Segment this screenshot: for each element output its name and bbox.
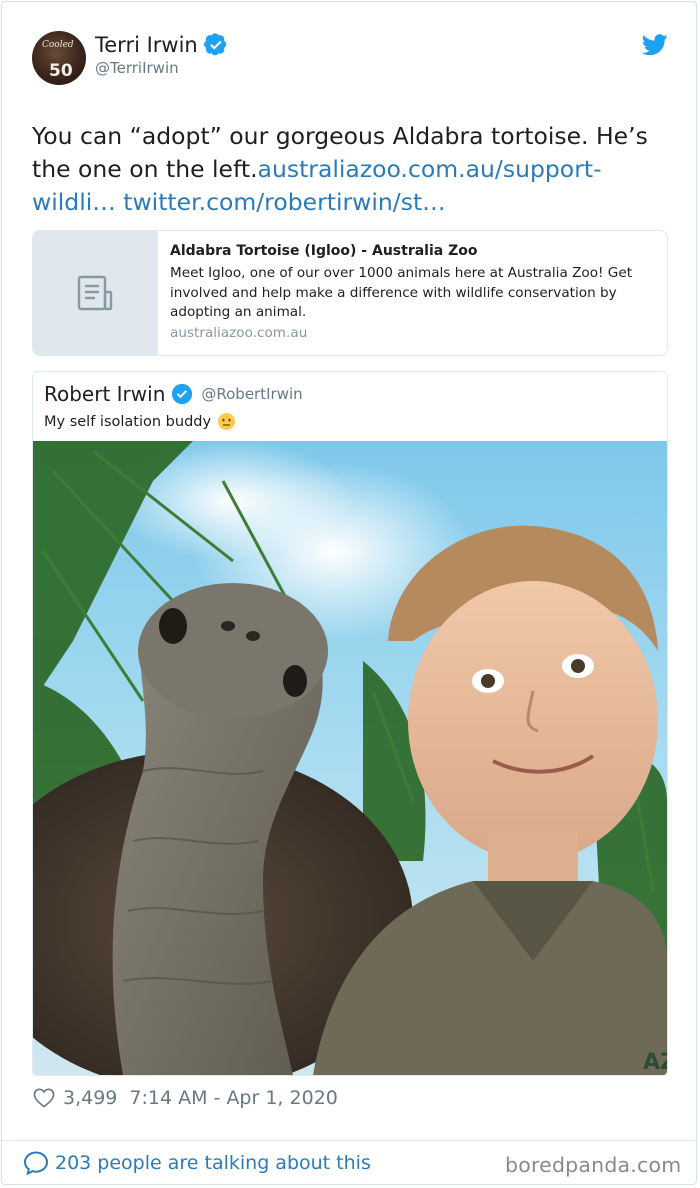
- quoted-tweet[interactable]: Robert Irwin @RobertIrwin My self isolat…: [32, 371, 668, 1076]
- link-thumbnail: [33, 231, 158, 355]
- speech-bubble-icon: [23, 1151, 49, 1176]
- tweet-timestamp[interactable]: 7:14 AM - Apr 1, 2020: [129, 1087, 337, 1109]
- avatar-script-text: Cooled: [42, 40, 74, 50]
- avatar-number: 50: [49, 61, 73, 81]
- link-card-domain: australiazoo.com.au: [170, 324, 308, 341]
- verified-badge-icon: [203, 33, 226, 56]
- quoted-text-body: My self isolation buddy: [44, 413, 212, 430]
- verified-badge-icon: [172, 383, 193, 405]
- selfie-photo-tortoise[interactable]: AZ: [33, 441, 667, 1075]
- quoted-author-handle[interactable]: @RobertIrwin: [201, 385, 302, 403]
- document-icon: [77, 275, 113, 311]
- neutral-face-emoji: [218, 412, 236, 431]
- shirt-logo-text: AZ: [643, 1050, 667, 1075]
- talking-count-text[interactable]: 203 people are talking about this: [55, 1152, 371, 1174]
- author-avatar[interactable]: Cooled 50: [32, 31, 86, 85]
- author-display-name[interactable]: Terri Irwin: [95, 31, 198, 59]
- quoted-author-name[interactable]: Robert Irwin: [44, 382, 165, 406]
- quoted-tweet-text: My self isolation buddy: [44, 412, 236, 431]
- author-handle[interactable]: @TerriIrwin: [95, 59, 179, 77]
- tweet-link-twitter[interactable]: twitter.com/robertirwin/st…: [123, 188, 445, 216]
- footer-divider: [1, 1140, 697, 1141]
- link-card-description: Meet Igloo, one of our over 1000 animals…: [170, 265, 633, 320]
- talking-link[interactable]: 203 people are talking about this: [23, 1150, 371, 1176]
- link-preview-card[interactable]: Aldabra Tortoise (Igloo) - Australia Zoo…: [32, 230, 668, 356]
- boredpanda-watermark: boredpanda.com: [505, 1153, 682, 1177]
- link-card-title: Aldabra Tortoise (Igloo) - Australia Zoo: [170, 243, 478, 259]
- link-card-body: Aldabra Tortoise (Igloo) - Australia Zoo…: [158, 231, 667, 355]
- like-count[interactable]: 3,499: [63, 1087, 117, 1109]
- tweet-text: You can “adopt” our gorgeous Aldabra tor…: [32, 120, 672, 219]
- author-name-row[interactable]: Terri Irwin: [95, 31, 228, 59]
- heart-icon[interactable]: [33, 1088, 55, 1108]
- twitter-bird-icon[interactable]: [642, 34, 668, 56]
- tweet-meta: 3,499 7:14 AM - Apr 1, 2020: [33, 1087, 338, 1109]
- quoted-tweet-header: Robert Irwin @RobertIrwin: [44, 382, 303, 406]
